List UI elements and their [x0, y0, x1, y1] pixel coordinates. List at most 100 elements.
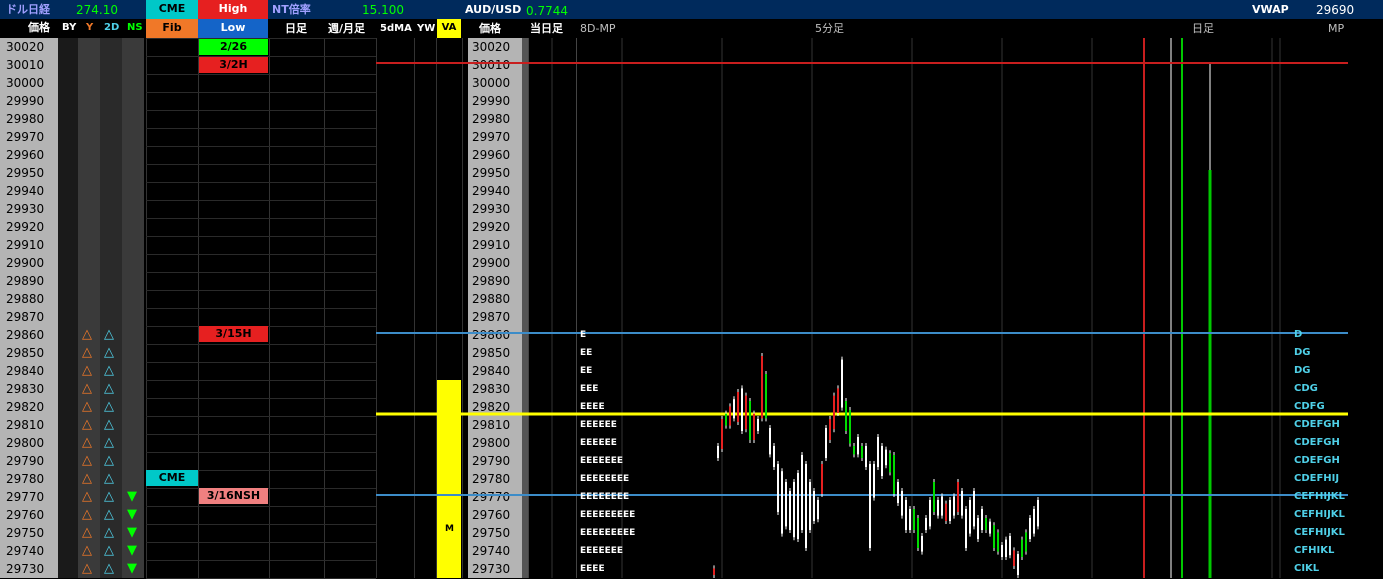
ns-down-triangle-icon: ▼: [127, 489, 137, 504]
y-triangle-icon: △: [82, 525, 92, 540]
price-cell: 29830: [472, 382, 511, 396]
candle-body: [745, 395, 747, 430]
candle-body: [1009, 536, 1011, 556]
row-gridline: [146, 236, 376, 237]
mp-row: CEFHIJKL: [1294, 509, 1345, 520]
price-cell: 29820: [472, 400, 511, 414]
candle-body: [1005, 539, 1007, 557]
candle-body: [733, 399, 735, 419]
candle-body: [829, 419, 831, 440]
y-triangle-icon: △: [82, 561, 92, 576]
candle-body: [729, 406, 731, 426]
badge-2-26: 2/26: [199, 39, 268, 55]
candle-body: [941, 496, 943, 516]
row-gridline: [146, 506, 376, 507]
fib-header-label[interactable]: Fib: [146, 19, 198, 38]
2d-triangle-icon: △: [104, 417, 114, 432]
dollar-nikkei-value: 274.10: [76, 3, 118, 17]
low-header-label[interactable]: Low: [198, 19, 268, 38]
2d-column-header: 2D: [104, 22, 120, 33]
price-cell: 29740: [6, 544, 45, 558]
2d-triangle-icon: △: [104, 381, 114, 396]
candle-body: [921, 536, 923, 552]
candle-body: [753, 413, 755, 440]
candle-body: [901, 491, 903, 516]
y-triangle-icon: △: [82, 489, 92, 504]
candle-body: [765, 374, 767, 419]
candle-body: [889, 453, 891, 473]
mp-row: CFHIKL: [1294, 545, 1335, 556]
high-header-label[interactable]: High: [198, 0, 268, 19]
price-cell: 29930: [472, 202, 511, 216]
price-cell: 29770: [472, 490, 511, 504]
2d-triangle-icon: △: [104, 345, 114, 360]
price-cell: 29920: [472, 220, 511, 234]
candle-body: [825, 428, 827, 458]
badge-cme-marker: CME: [146, 470, 198, 486]
price-cell: 29940: [6, 184, 45, 198]
price-cell: 29990: [6, 94, 45, 108]
candle-body: [785, 482, 787, 527]
candle-body: [909, 509, 911, 530]
ns-column: ▼ ▼ ▼ ▼ ▼: [122, 38, 144, 578]
yw-header: YW: [417, 23, 436, 34]
candle-body: [1013, 550, 1015, 566]
candle-body: [957, 482, 959, 512]
row-gridline: [146, 452, 376, 453]
row-gridline: [146, 290, 376, 291]
2d-triangle-icon: △: [104, 453, 114, 468]
candle-body: [973, 491, 975, 527]
row-gridline: [146, 218, 376, 219]
candle-body: [805, 464, 807, 548]
2d-triangle-icon: △: [104, 489, 114, 504]
candle-body: [1037, 500, 1039, 527]
row-gridline: [146, 272, 376, 273]
candle-body: [989, 521, 991, 534]
candle-body: [853, 446, 855, 455]
2d-triangle-icon: △: [104, 507, 114, 522]
8d-mp-row: EEEE: [580, 564, 605, 574]
price-cell: 30010: [6, 58, 45, 72]
candle-body: [961, 491, 963, 516]
candle-body: [885, 449, 887, 466]
candle-body: [881, 446, 883, 476]
candle-body: [997, 532, 999, 552]
candle-body: [877, 437, 879, 467]
candle-body: [945, 503, 947, 521]
cme-header-label[interactable]: CME: [146, 0, 198, 19]
price-cell: 29930: [6, 202, 45, 216]
price-cell: 30020: [6, 40, 45, 54]
candle-body: [925, 518, 927, 530]
row-gridline: [146, 164, 376, 165]
8d-mp-row: EEEEEEE: [580, 456, 624, 466]
price-cell: 29860: [6, 328, 45, 342]
y-triangle-icon: △: [82, 471, 92, 486]
y-triangle-icon: △: [82, 453, 92, 468]
candle-body: [897, 482, 899, 503]
row-gridline: [146, 92, 376, 93]
y-triangle-icon: △: [82, 345, 92, 360]
candle-body: [949, 500, 951, 521]
row-gridline: [146, 416, 376, 417]
row-gridline: [146, 308, 376, 309]
candle-body: [849, 410, 851, 444]
candle-body: [1021, 539, 1023, 557]
candle-body: [789, 491, 791, 530]
ns-down-triangle-icon: ▼: [127, 525, 137, 540]
candle-body: [893, 455, 895, 494]
candle-body: [833, 395, 835, 430]
audusd-label: AUD/USD: [465, 3, 522, 16]
vwap-value: 29690: [1316, 3, 1355, 17]
candle-body: [749, 401, 751, 440]
price-cell: 29880: [6, 292, 45, 306]
price-cell: 29950: [6, 166, 45, 180]
candle-body: [761, 356, 763, 419]
8d-mp-header: 8D-MP: [580, 22, 616, 35]
va-header[interactable]: VA: [437, 19, 461, 38]
5dma-column: [376, 38, 415, 578]
candle-body: [905, 500, 907, 530]
vwap-label: VWAP: [1252, 3, 1289, 16]
price-cell: 29800: [6, 436, 45, 450]
price-cell: 29900: [6, 256, 45, 270]
price-cell: 29970: [6, 130, 45, 144]
